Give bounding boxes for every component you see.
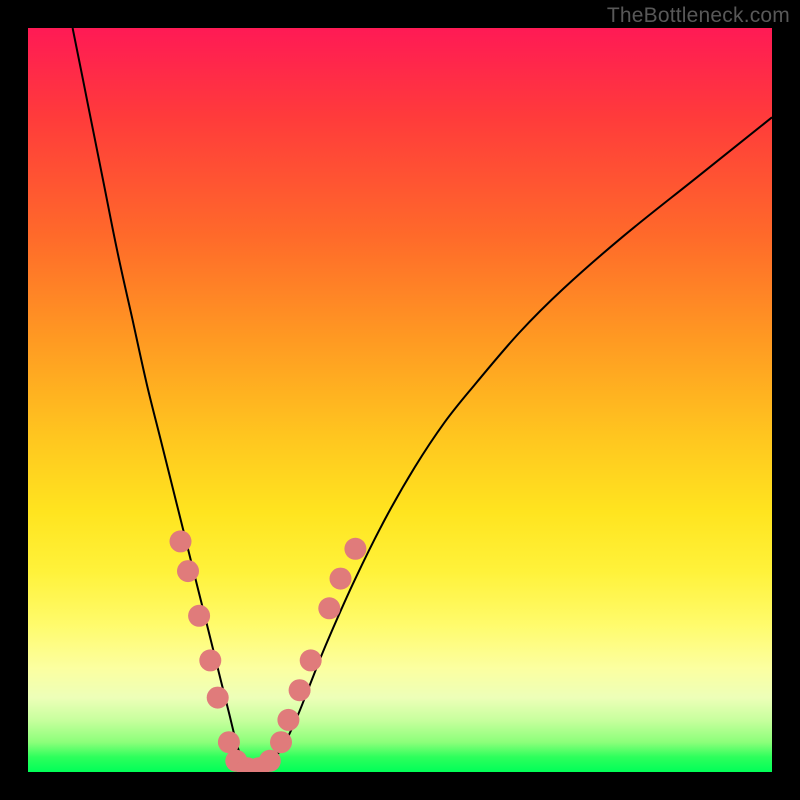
marker-dot (207, 687, 229, 709)
marker-dot (199, 649, 221, 671)
marker-dot (300, 649, 322, 671)
marker-dot (277, 709, 299, 731)
bottleneck-curve (73, 28, 772, 772)
marker-dot (170, 530, 192, 552)
chart-frame: TheBottleneck.com (0, 0, 800, 800)
marker-dot (344, 538, 366, 560)
curve-svg (28, 28, 772, 772)
marker-dot (177, 560, 199, 582)
marker-dot (289, 679, 311, 701)
marker-dot (188, 605, 210, 627)
marker-dots (170, 530, 367, 772)
marker-dot (318, 597, 340, 619)
watermark-text: TheBottleneck.com (607, 4, 790, 28)
marker-dot (270, 731, 292, 753)
marker-dot (330, 568, 352, 590)
plot-area (28, 28, 772, 772)
marker-dot (259, 750, 281, 772)
